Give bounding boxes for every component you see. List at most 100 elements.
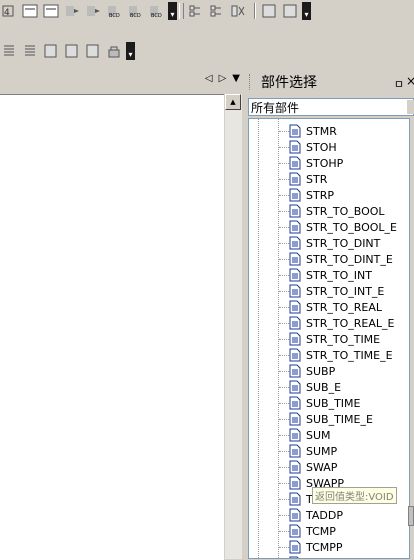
bcd-icon[interactable]: BCD [105,2,123,20]
scroll-up-button[interactable]: ▲ [225,94,241,110]
tree-item[interactable]: STR_TO_BOOL_E [279,219,397,235]
counter-icon[interactable] [42,2,60,20]
doc2-icon[interactable] [63,42,81,60]
tree-connector [279,467,289,468]
tree-connector [279,243,289,244]
tree-item-label: SUB_TIME [306,396,361,410]
tree-connector [279,419,289,420]
tree-vertical-scrollbar[interactable] [410,118,414,559]
editor-canvas[interactable] [0,94,224,560]
tree-item[interactable]: STR_TO_REAL [279,299,382,315]
document-icon [289,316,301,330]
tree-item[interactable]: SUMP [279,443,338,459]
tab-menu-icon[interactable]: ▼ [232,73,240,84]
tree-item[interactable]: STR_TO_DINT_E [279,251,393,267]
tree-item-label: SUBP [306,364,336,378]
tree-connector [279,355,289,356]
tree-item-label: STR_TO_REAL [306,300,382,314]
tree-connector [279,435,289,436]
tree-item[interactable]: STMR [279,123,337,139]
tree-item[interactable]: STR_TO_INT_E [279,283,384,299]
close-icon[interactable]: × [406,74,414,88]
tree-item[interactable]: STR_TO_TIME_E [279,347,393,363]
lock-icon[interactable] [105,42,123,60]
toolbar-grip[interactable] [179,3,184,19]
panel-grip[interactable] [249,74,253,90]
editor-vertical-scrollbar[interactable]: ▲ [224,94,242,559]
tree-item-label: TCMP [306,524,336,538]
tree-item-label: SUMP [306,444,338,458]
compare2-icon[interactable] [84,2,102,20]
document-icon [289,412,301,426]
network-icon[interactable] [187,2,205,20]
sub-icon[interactable] [21,2,39,20]
document-icon [289,172,301,186]
tree-item[interactable]: STOHP [279,155,344,171]
toolbar-overflow-chevron[interactable]: ▾ [168,2,177,20]
tree-item-label: STR_TO_DINT_E [306,252,393,266]
document-icon [289,444,301,458]
tree-item[interactable]: SUB_TIME [279,395,361,411]
tree-item-label: TCMPP [306,540,343,554]
document-icon [289,396,301,410]
document-icon [289,284,301,298]
disconnect-icon[interactable] [229,2,247,20]
scrollbar-thumb[interactable] [408,506,414,526]
chevron-down-icon[interactable] [407,100,414,114]
tree-item[interactable]: TADDP [279,507,343,523]
document-icon [289,140,301,154]
timer-icon[interactable]: 4 [0,2,18,20]
tab-prev-icon[interactable]: ◁ [205,73,213,84]
pin-icon[interactable]: ㅁ [394,76,404,92]
tree-item[interactable]: STR [279,171,328,187]
tree-item-label: SUM [306,428,331,442]
doc-icon[interactable] [42,42,60,60]
tree-item[interactable]: SWAP [279,459,337,475]
doc3-icon[interactable] [84,42,102,60]
tree-item[interactable]: STR_TO_BOOL [279,203,385,219]
tree-connector [279,195,289,196]
tree-item-label: STRP [306,188,334,202]
tree-connector [279,323,289,324]
window2-icon[interactable] [281,2,299,20]
tree-item[interactable]: STR_TO_TIME [279,331,381,347]
tree-item[interactable]: STRP [279,187,334,203]
tree-item-label: STOHP [306,156,344,170]
tree-item[interactable]: TCMPP [279,539,343,555]
tree-item[interactable]: STOH [279,139,337,155]
tree-item[interactable]: STR_TO_REAL_E [279,315,394,331]
toolbar-overflow-chevron-2[interactable]: ▾ [302,2,311,20]
tree-connector [279,147,289,148]
bcd3-icon[interactable]: BCD [147,2,165,20]
tree-connector [279,339,289,340]
tree-item[interactable]: SUBP [279,363,336,379]
tree-connector [279,131,289,132]
tree-item[interactable]: TCMP [279,523,336,539]
tab-next-icon[interactable]: ▷ [219,73,227,84]
connect-icon[interactable] [208,2,226,20]
bcd2-icon[interactable]: BCD [126,2,144,20]
tree-item-label: STR_TO_TIME [306,332,381,346]
document-icon [289,220,301,234]
document-icon [289,460,301,474]
tree-item[interactable]: SUB_TIME_E [279,411,373,427]
tree-connector [279,451,289,452]
window-icon[interactable] [260,2,278,20]
tree-item[interactable]: TIME_TO_BOOL [289,555,390,558]
document-icon [289,188,301,202]
component-filter-select[interactable]: 所有部件 [248,98,414,116]
tree-connector [279,259,289,260]
list-icon[interactable] [0,42,18,60]
document-icon [289,428,301,442]
toolbar-area: 4 BCD BCD BCD ▾ ▾ ▾ [0,0,414,66]
tree-item[interactable]: SUB_E [279,379,341,395]
tree-connector [279,227,289,228]
tree-item[interactable]: STR_TO_DINT [279,235,380,251]
tree-item[interactable]: STR_TO_INT [279,267,372,283]
list2-icon[interactable] [21,42,39,60]
tree-item[interactable]: SUM [279,427,331,443]
toolbar-overflow-chevron-3[interactable]: ▾ [126,42,135,60]
tree-connector [279,275,289,276]
tree-item-label: STR [306,172,328,186]
compare-icon[interactable] [63,2,81,20]
